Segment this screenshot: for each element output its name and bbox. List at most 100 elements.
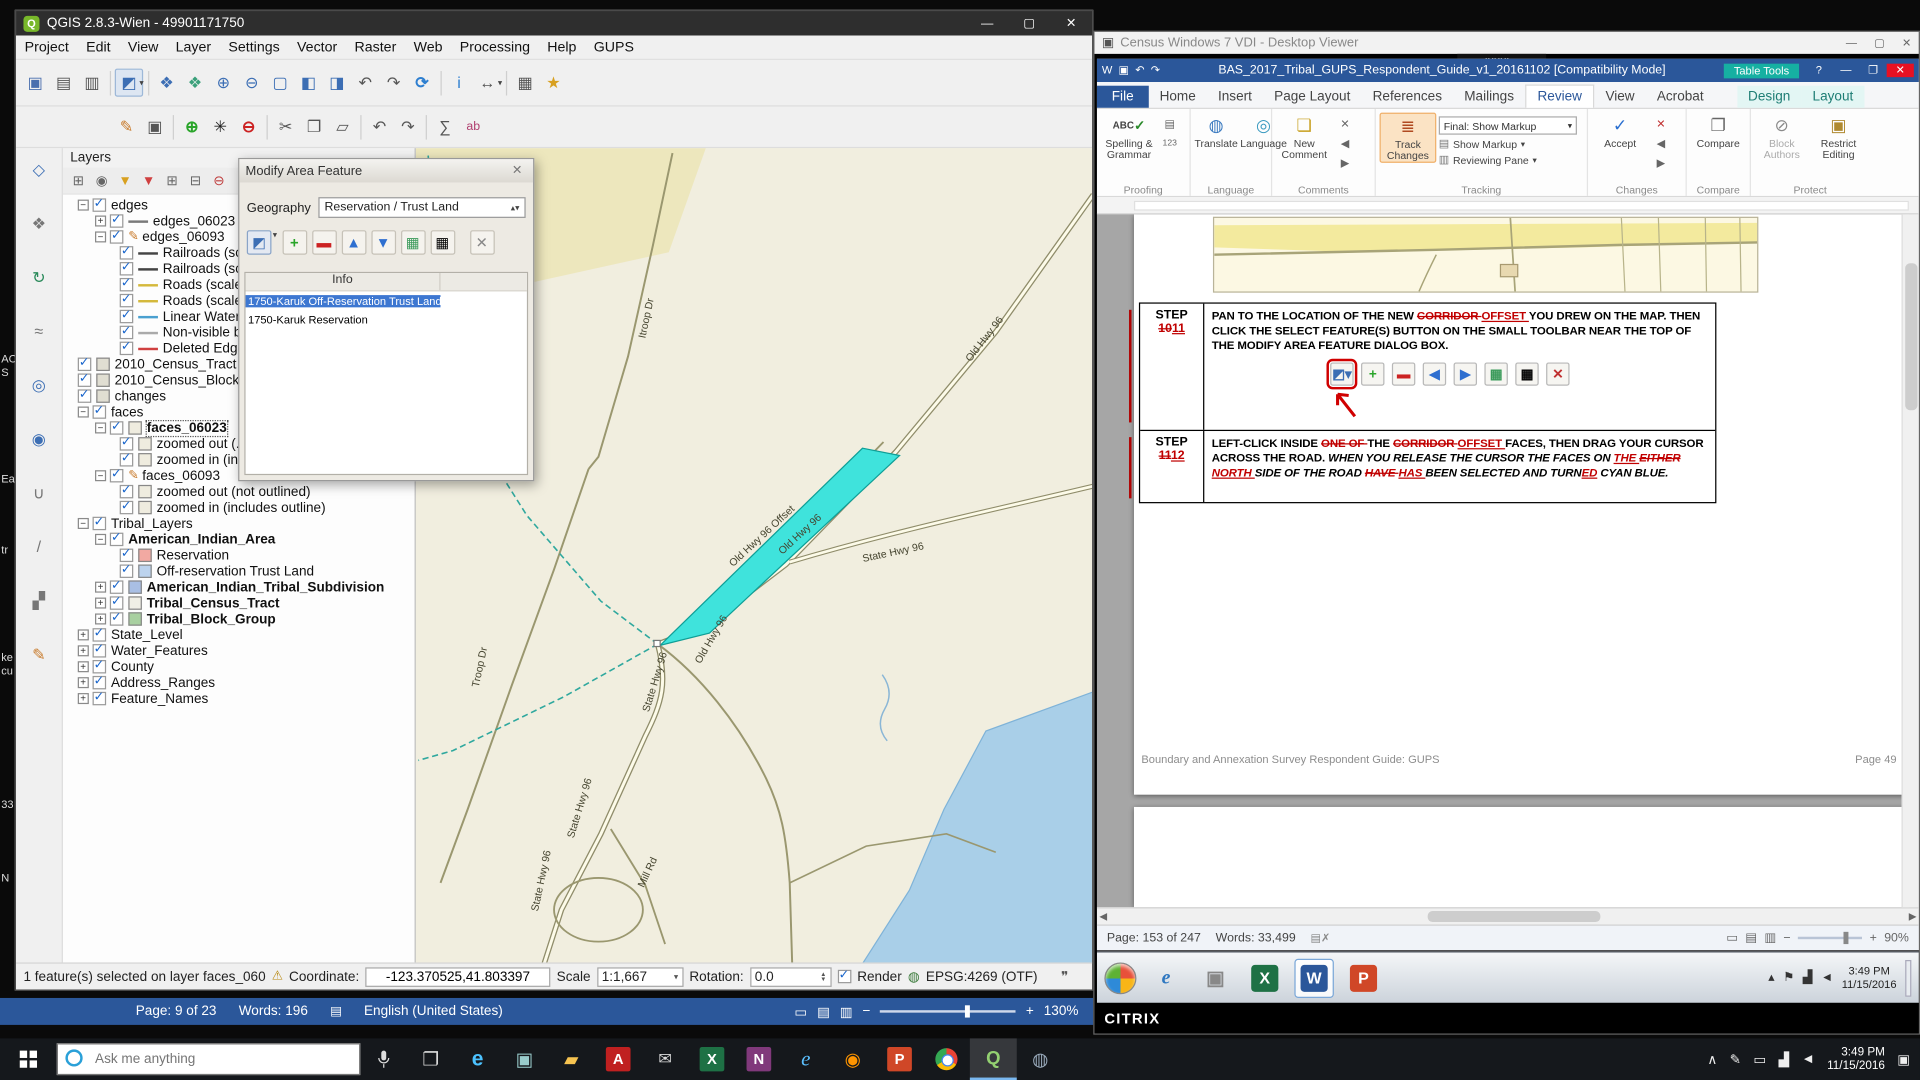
menu-processing[interactable]: Processing (451, 40, 538, 55)
layer-checkbox[interactable] (92, 660, 106, 673)
block-authors-button[interactable]: ⊘ Block Authors (1755, 113, 1809, 161)
taskbar-onenote-icon[interactable]: N (735, 1038, 782, 1080)
word-count[interactable]: Words: 196 (239, 1004, 308, 1019)
tab-file[interactable]: File (1097, 86, 1148, 108)
new-comment-button[interactable]: ❏ New Comment (1276, 113, 1333, 161)
attribute-table-icon[interactable]: ▦ (430, 230, 455, 254)
add-group-icon[interactable]: ⊞ (68, 170, 89, 191)
cortana-search[interactable] (57, 1043, 361, 1075)
collapse-icon[interactable]: − (95, 231, 106, 242)
layer-checkbox[interactable] (120, 437, 134, 450)
thesaurus-icon[interactable]: ▤ (1160, 115, 1180, 132)
vdi-start-button[interactable] (1104, 962, 1136, 994)
expand-icon[interactable]: + (95, 216, 106, 227)
citrix-title-bar[interactable]: ▣ Census Windows 7 VDI - Desktop Viewer … (1094, 32, 1918, 54)
taskbar-firefox-icon[interactable]: ◉ (829, 1038, 876, 1080)
collapse-icon[interactable]: − (95, 422, 106, 433)
taskbar-globe-icon[interactable]: ◍ (1017, 1038, 1064, 1080)
layer-checkbox[interactable] (78, 389, 92, 402)
search-input[interactable] (57, 1043, 361, 1075)
vdi-powerpoint-icon[interactable]: P (1344, 958, 1383, 997)
layer-checkbox[interactable] (120, 262, 134, 275)
zoom-level[interactable]: 130% (1044, 1004, 1079, 1019)
layer-checkbox[interactable] (110, 533, 124, 546)
layer-checkbox[interactable] (92, 628, 106, 641)
select-features-dropdown-icon[interactable]: ▾ (139, 78, 143, 88)
pan-map-icon[interactable]: ❖ (152, 69, 180, 97)
hscroll-thumb[interactable] (1428, 911, 1601, 922)
tab-home[interactable]: Home (1148, 86, 1206, 108)
action-flag-icon[interactable]: ⚑ (1783, 971, 1794, 984)
expand-all-icon[interactable]: ⊞ (162, 170, 183, 191)
taskbar-store-icon[interactable]: ▣ (501, 1038, 548, 1080)
page-indicator[interactable]: Page: 9 of 23 (136, 1004, 217, 1019)
attributes-table-icon[interactable]: ▦ (511, 69, 539, 97)
word-close-icon[interactable]: ✕ (1887, 64, 1914, 77)
layer-checkbox[interactable] (110, 230, 124, 243)
taskbar-mail-icon[interactable]: ✉ (642, 1038, 689, 1080)
layer-row[interactable]: Reservation (63, 547, 415, 563)
filter-legend-icon[interactable]: ▼ (115, 170, 136, 191)
layer-row[interactable]: +Feature_Names (63, 691, 415, 707)
zoom-in-icon[interactable]: + (1870, 931, 1877, 944)
ruler[interactable] (1097, 197, 1919, 214)
scale-combo[interactable]: 1:1,667▾ (597, 967, 683, 987)
vdi-ie-icon[interactable]: e (1146, 958, 1185, 997)
word-count-icon[interactable]: 123 (1160, 135, 1180, 152)
undo-icon[interactable]: ↶ (365, 113, 393, 141)
tab-acrobat[interactable]: Acrobat (1646, 86, 1715, 108)
battery-icon[interactable]: ▭ (1753, 1051, 1766, 1067)
fill-ring-icon[interactable]: ◉ (25, 425, 53, 453)
render-checkbox[interactable] (837, 970, 851, 983)
taskbar-qgis-icon[interactable]: Q (970, 1038, 1017, 1080)
volume-icon[interactable]: ◄ (1801, 1052, 1814, 1067)
layer-checkbox[interactable] (110, 596, 124, 609)
word-title-bar[interactable]: W ▣ ↶ ↷ BAS_2017_Tribal_GUPS_Respondent_… (1097, 59, 1919, 82)
zoom-out-icon[interactable]: − (1783, 931, 1790, 944)
collapse-icon[interactable]: − (95, 470, 106, 481)
layer-row[interactable]: −American_Indian_Area (63, 531, 415, 547)
reshape-icon[interactable]: ✎ (25, 640, 53, 668)
taskbar-ie-icon[interactable]: e (782, 1038, 829, 1080)
vdi-excel-icon[interactable]: X (1245, 958, 1284, 997)
geography-select[interactable]: Reservation / Trust Land▴▾ (318, 197, 525, 218)
zoom-out-icon[interactable]: ⊖ (238, 69, 266, 97)
layer-checkbox[interactable] (110, 421, 124, 434)
remove-area-icon[interactable]: ▬ (312, 230, 337, 254)
rotate-feature-icon[interactable]: ↻ (25, 263, 53, 291)
zoom-slider[interactable] (1798, 937, 1862, 939)
layer-row[interactable]: zoomed out (not outlined) (63, 484, 415, 500)
layer-checkbox[interactable] (120, 246, 134, 259)
add-feature-icon[interactable]: ⊕ (178, 113, 206, 141)
layer-row[interactable]: +State_Level (63, 627, 415, 643)
zoom-slider-thumb[interactable] (964, 1005, 969, 1017)
vdi-app-icon[interactable]: ▣ (1196, 958, 1235, 997)
menu-vector[interactable]: Vector (288, 40, 346, 55)
new-composer-icon[interactable]: ▤ (49, 69, 77, 97)
scroll-left-icon[interactable]: ◀ (1099, 911, 1107, 922)
scrollbar-thumb[interactable] (1905, 263, 1917, 410)
translate-button[interactable]: ◍ Translate (1194, 113, 1237, 150)
identify-features-icon[interactable]: i (445, 69, 473, 97)
word-count[interactable]: Words: 33,499 (1216, 931, 1296, 944)
layer-row[interactable]: +Water_Features (63, 643, 415, 659)
close-icon[interactable]: ✕ (1050, 11, 1092, 35)
menu-gups[interactable]: GUPS (585, 40, 642, 55)
field-calculator-icon[interactable]: ∑ (431, 113, 459, 141)
menu-view[interactable]: View (119, 40, 167, 55)
paste-features-icon[interactable]: ▱ (328, 113, 356, 141)
move-down-icon[interactable]: ▼ (371, 230, 396, 254)
taskbar-excel-icon[interactable]: X (689, 1038, 736, 1080)
menu-edit[interactable]: Edit (77, 40, 119, 55)
scroll-right-icon[interactable]: ▶ (1909, 911, 1917, 922)
page-indicator[interactable]: Page: 153 of 247 (1107, 931, 1201, 944)
layer-checkbox[interactable] (120, 564, 134, 577)
zoom-last-icon[interactable]: ↶ (351, 69, 379, 97)
previous-change-icon[interactable]: ◀ (1651, 135, 1671, 152)
layer-checkbox[interactable] (92, 198, 106, 211)
reject-change-icon[interactable]: ✕ (1651, 115, 1671, 132)
pan-to-selection-icon[interactable]: ❖ (181, 69, 209, 97)
minimize-icon[interactable]: — (966, 11, 1008, 35)
move-up-icon[interactable]: ▲ (341, 230, 366, 254)
vdi-word-icon[interactable]: W (1294, 958, 1333, 997)
